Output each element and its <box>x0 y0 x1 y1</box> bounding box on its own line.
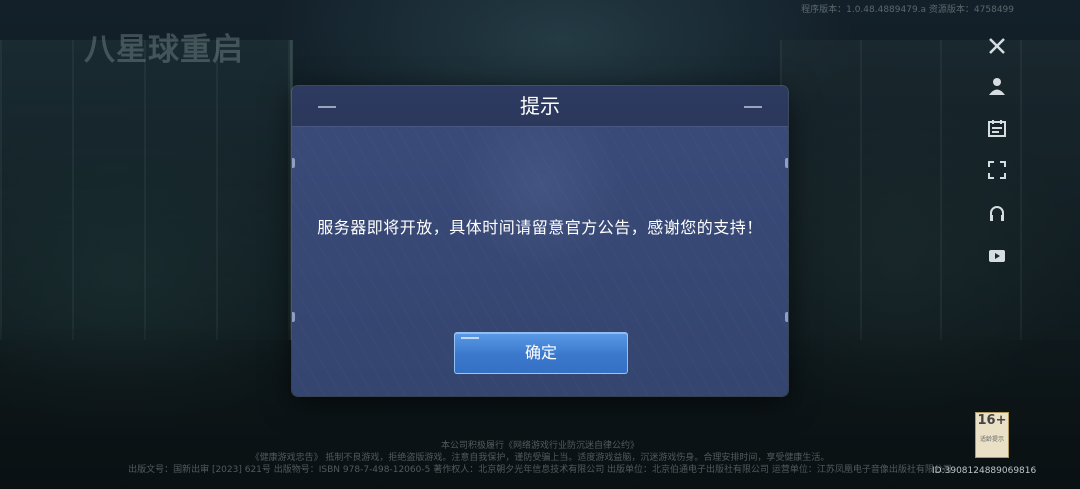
age-rating-badge: 16+ 适龄提示 <box>975 412 1009 458</box>
tools-icon[interactable] <box>986 36 1008 58</box>
user-icon[interactable] <box>986 76 1008 98</box>
calendar-icon[interactable] <box>986 118 1008 140</box>
scan-icon[interactable] <box>986 160 1008 182</box>
confirm-button[interactable]: 确定 <box>454 332 628 374</box>
user-id: ID:3908124889069816 <box>932 466 1037 476</box>
background-window-left <box>0 40 293 340</box>
background-window-right <box>780 40 1080 340</box>
dialog-message: 服务器即将开放，具体时间请留意官方公告，感谢您的支持！ <box>317 218 763 237</box>
notice-dialog: 提示 服务器即将开放，具体时间请留意官方公告，感谢您的支持！ 确定 <box>292 86 788 396</box>
dialog-header: 提示 <box>292 86 788 127</box>
edge-decoration <box>785 158 788 168</box>
header-decoration-right <box>744 106 762 108</box>
edge-decoration <box>785 312 788 322</box>
age-rating-label: 16+ <box>977 413 1007 428</box>
publishing-info: 出版文号：国新出审 [2023] 621号 出版物号：ISBN 978-7-49… <box>128 465 952 475</box>
video-icon[interactable] <box>986 246 1008 268</box>
headset-icon[interactable] <box>986 204 1008 226</box>
game-logo: 八星球重启 <box>84 32 244 68</box>
version-info: 程序版本：1.0.48.4889479.a 资源版本：4758499 <box>801 5 1014 15</box>
dialog-title: 提示 <box>520 94 560 118</box>
edge-decoration <box>292 312 295 322</box>
age-rating-sub: 适龄提示 <box>979 436 1004 443</box>
edge-decoration <box>292 158 295 168</box>
